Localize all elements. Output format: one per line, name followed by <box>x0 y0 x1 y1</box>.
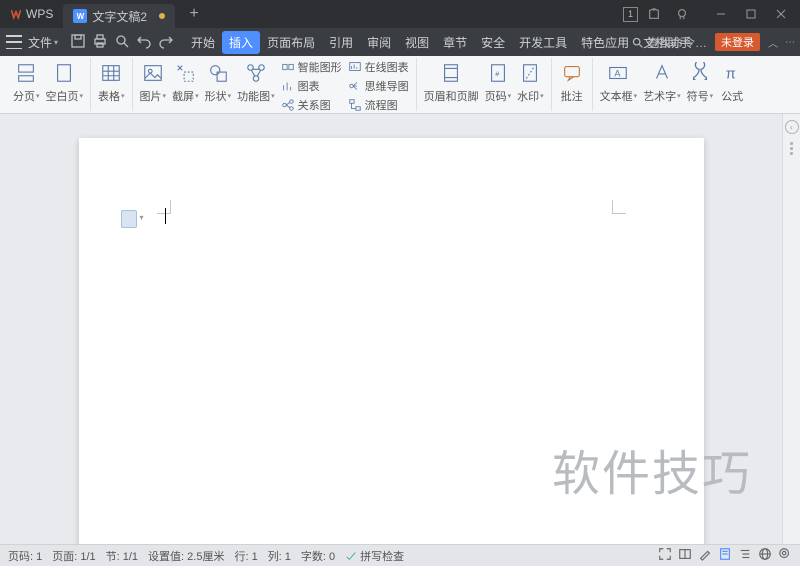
comment-button[interactable]: 批注 <box>556 58 588 106</box>
screenshot-button[interactable]: 截屏▾ <box>169 58 202 106</box>
document-area[interactable]: 软件技巧 <box>0 114 782 544</box>
menu-tab-6[interactable]: 章节 <box>436 31 474 54</box>
side-handle-icon[interactable] <box>790 142 793 155</box>
status-section[interactable]: 节: 1/1 <box>106 548 138 564</box>
text-cursor <box>165 208 167 224</box>
title-bar: WPS 文字文稿2 + 1 <box>0 0 800 28</box>
menu-tab-8[interactable]: 开发工具 <box>512 31 574 54</box>
blank-page-button[interactable]: 空白页▾ <box>43 58 87 106</box>
online-chart-button[interactable]: 在线图表 <box>348 58 409 75</box>
menu-tab-4[interactable]: 审阅 <box>360 31 398 54</box>
save-icon[interactable] <box>70 33 86 52</box>
outline-view-icon[interactable] <box>738 547 752 564</box>
page[interactable] <box>79 138 704 544</box>
side-close-icon[interactable]: ‹ <box>785 120 799 134</box>
symbol-button[interactable]: 符号▾ <box>684 58 717 106</box>
svg-text:π: π <box>726 67 736 83</box>
status-page-no[interactable]: 页码: 1 <box>8 548 42 564</box>
svg-text:A: A <box>615 69 622 79</box>
menu-tab-2[interactable]: 页面布局 <box>260 31 322 54</box>
relation-button[interactable]: 关系图 <box>281 96 342 113</box>
status-spell[interactable]: 拼写检查 <box>345 548 404 564</box>
ribbon-insert: 分页▾ 空白页▾ 表格▾ 图片▾ 截屏▾ 形状▾ 功能图▾ 智能图形 图表 关系… <box>0 56 800 114</box>
wordart-button[interactable]: 艺术字▾ <box>640 58 684 106</box>
status-bar: 页码: 1 页面: 1/1 节: 1/1 设置值: 2.5厘米 行: 1 列: … <box>0 544 800 566</box>
textbox-button[interactable]: A文本框▾ <box>597 58 641 106</box>
modified-dot-icon <box>159 13 165 19</box>
fullscreen-icon[interactable] <box>658 547 672 564</box>
margin-corner-icon <box>612 196 630 214</box>
mindmap-button[interactable]: 思维导图 <box>348 77 409 94</box>
menu-tab-1[interactable]: 插入 <box>222 31 260 54</box>
menu-bar: 文件▾ 开始插入页面布局引用审阅视图章节安全开发工具特色应用文档助手 查找命令…… <box>0 28 800 56</box>
menu-tab-7[interactable]: 安全 <box>474 31 512 54</box>
counter-badge[interactable]: 1 <box>623 7 638 22</box>
menu-tabs: 开始插入页面布局引用审阅视图章节安全开发工具特色应用文档助手 <box>184 31 698 54</box>
undo-icon[interactable] <box>136 33 152 52</box>
preview-icon[interactable] <box>114 33 130 52</box>
status-row[interactable]: 行: 1 <box>234 548 257 564</box>
equation-button[interactable]: π公式 <box>716 58 748 106</box>
header-footer-button[interactable]: 页眉和页脚 <box>421 58 482 106</box>
page-view-icon[interactable] <box>718 547 732 564</box>
smartart-button[interactable]: 智能图形 <box>281 58 342 75</box>
status-words[interactable]: 字数: 0 <box>301 548 335 564</box>
table-button[interactable]: 表格▾ <box>95 58 128 106</box>
document-tab[interactable]: 文字文稿2 <box>63 4 175 28</box>
login-badge[interactable]: 未登录 <box>715 33 760 51</box>
close-button[interactable] <box>766 0 796 28</box>
menu-tab-0[interactable]: 开始 <box>184 31 222 54</box>
print-icon[interactable] <box>92 33 108 52</box>
doc-icon <box>73 9 87 23</box>
menu-tab-9[interactable]: 特色应用 <box>574 31 636 54</box>
skin-icon[interactable] <box>642 2 666 26</box>
watermark-button[interactable]: 水印▾ <box>514 58 547 106</box>
minimize-button[interactable] <box>706 0 736 28</box>
redo-icon[interactable] <box>158 33 174 52</box>
page-break-button[interactable]: 分页▾ <box>10 58 43 106</box>
margin-corner-icon <box>153 196 171 214</box>
menu-tab-3[interactable]: 引用 <box>322 31 360 54</box>
hamburger-icon[interactable] <box>6 35 22 49</box>
status-col[interactable]: 列: 1 <box>268 548 291 564</box>
shapes-button[interactable]: 形状▾ <box>202 58 235 106</box>
new-tab-button[interactable]: + <box>181 1 207 27</box>
options-icon[interactable]: ⋯ <box>785 37 794 48</box>
chart-button[interactable]: 图表 <box>281 77 342 94</box>
menu-tab-5[interactable]: 视图 <box>398 31 436 54</box>
maximize-button[interactable] <box>736 0 766 28</box>
collapse-ribbon-icon[interactable]: ︿ <box>768 35 777 50</box>
reading-view-icon[interactable] <box>678 547 692 564</box>
page-number-button[interactable]: #页码▾ <box>482 58 515 106</box>
smartart-big-button[interactable]: 功能图▾ <box>234 58 278 106</box>
feedback-icon[interactable] <box>670 2 694 26</box>
wps-logo[interactable]: WPS <box>0 0 63 28</box>
status-setting[interactable]: 设置值: 2.5厘米 <box>148 548 224 564</box>
side-panel: ‹ <box>782 114 800 544</box>
zoom-icon[interactable] <box>778 547 792 564</box>
edit-view-icon[interactable] <box>698 547 712 564</box>
flowchart-button[interactable]: 流程图 <box>348 96 409 113</box>
command-search[interactable]: 查找命令… <box>631 34 707 51</box>
web-view-icon[interactable] <box>758 547 772 564</box>
file-menu[interactable]: 文件▾ <box>28 34 58 51</box>
status-page[interactable]: 页面: 1/1 <box>52 548 95 564</box>
section-chip-icon[interactable] <box>121 210 137 228</box>
svg-text:#: # <box>495 70 500 79</box>
picture-button[interactable]: 图片▾ <box>137 58 170 106</box>
